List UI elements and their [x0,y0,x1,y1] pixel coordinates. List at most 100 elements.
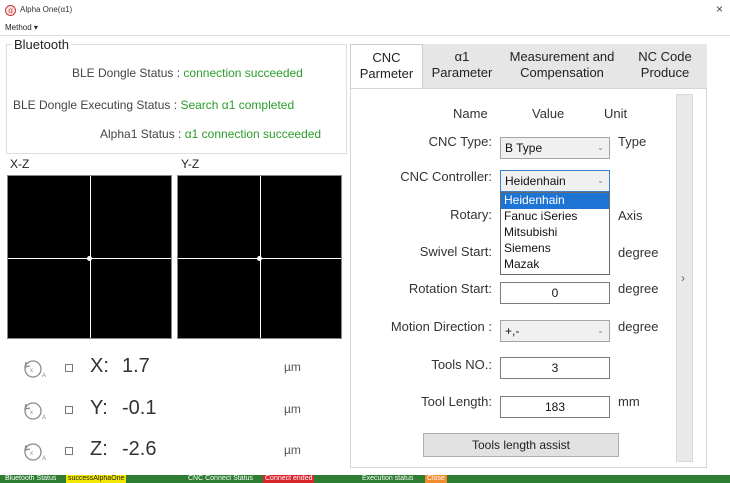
tab-cnc-line2: Parmeter [359,66,414,81]
bluetooth-title: Bluetooth [12,37,71,52]
svg-text:x: x [30,410,33,416]
axis-x-name: X: [90,355,109,377]
motion-direction-select[interactable]: +,- ⌄ [500,320,610,342]
axis-x-unit: µm [284,360,301,374]
svg-text:x: x [30,451,33,457]
cnc-type-value: B Type [505,141,543,155]
menu-divider [0,35,730,36]
window-title: Alpha One(α1) [20,5,73,14]
bluetooth-status-value: successAlphaOne [66,475,127,483]
chevron-down-icon: ⌄ [597,143,604,152]
execution-status-label: Execution status [362,475,414,482]
yz-plot [177,175,342,339]
controller-option[interactable]: Siemens [501,241,609,257]
ble-dongle-executing-label: BLE Dongle Executing Status : [13,98,178,112]
axis-z-value: -2.6 [122,438,157,460]
axis-z-checkbox[interactable] [65,447,73,455]
swivel-start-label: Swivel Start: [419,244,492,259]
rotation-start-label: Rotation Start: [408,281,492,296]
axis-row-z: x A Z: -2.6 µm [0,435,348,475]
alpha1-status-label: Alpha1 Status : [100,127,182,141]
axis-x-value: 1.7 [122,355,150,377]
tab-measurement-compensation[interactable]: Measurement and Compensation [501,44,623,88]
controller-option[interactable]: Mitsubishi [501,225,609,241]
axis-row-x: x A X: 1.7 µm [0,352,348,392]
cnc-type-label: CNC Type: [428,134,492,149]
tab-nc-code-produce[interactable]: NC Code Produce [623,44,707,88]
xz-plot [7,175,172,339]
rotary-label: Rotary: [450,207,492,222]
cnc-controller-dropdown: Heidenhain Fanuc iSeries Mitsubishi Siem… [500,192,610,275]
alpha1-status-value: α1 connection succeeded [184,127,322,141]
tools-length-assist-button[interactable]: Tools length assist [423,433,619,457]
tools-no-label: Tools NO.: [431,357,492,372]
rotation-start-unit: degree [618,281,659,296]
chevron-down-icon: ⌄ [597,326,604,335]
cnc-connect-status-label: CNC Connect Status [188,475,253,482]
tool-length-input[interactable]: 183 [500,396,610,418]
yz-plot-title: Y-Z [181,157,200,171]
close-button[interactable]: × [716,2,723,16]
tab-alpha1-line2: Parameter [431,65,493,80]
svg-text:A: A [42,415,46,421]
motion-direction-value: +,- [505,324,520,338]
tools-no-input[interactable]: 3 [500,357,610,379]
yz-position-dot [257,256,262,261]
ble-dongle-executing-value: Search α1 completed [180,98,295,112]
reset-axis-icon[interactable]: x A [22,441,48,463]
tab-nc-code-line1: NC Code [638,49,692,64]
execution-status-value: Close [425,475,447,483]
rotary-unit: Axis [618,208,643,223]
cnc-type-unit: Type [618,134,647,149]
axis-y-checkbox[interactable] [65,406,73,414]
chevron-right-icon: › [681,271,685,285]
svg-text:A: A [42,373,46,379]
reset-axis-icon[interactable]: x A [22,400,48,422]
motion-direction-unit: degree [618,319,659,334]
tab-alpha1-parameter[interactable]: α1 Parameter [423,44,501,88]
svg-text:A: A [42,456,46,462]
motion-direction-label: Motion Direction : [390,319,492,334]
controller-option[interactable]: Fanuc iSeries [501,209,609,225]
cnc-connect-status-value: Connect ended [263,475,315,483]
svg-text:x: x [30,368,33,374]
tool-length-unit: mm [618,394,640,409]
reset-axis-icon[interactable]: x A [22,358,48,380]
tab-alpha1-line1: α1 [454,49,470,64]
xz-plot-title: X-Z [10,157,30,171]
header-name: Name [453,106,488,121]
ble-dongle-executing-row: BLE Dongle Executing Status : Search α1 … [13,98,294,112]
axis-y-name: Y: [90,397,108,419]
app-icon: α [5,5,16,16]
tab-nc-code-line2: Produce [640,65,690,80]
tab-cnc-parameter[interactable]: CNC Parmeter [350,44,423,88]
ble-dongle-status-row: BLE Dongle Status : connection succeeded [72,66,303,80]
rotation-start-input[interactable]: 0 [500,282,610,304]
header-value: Value [532,106,565,121]
swivel-start-unit: degree [618,245,659,260]
ble-dongle-status-value: connection succeeded [183,66,303,80]
axis-z-name: Z: [90,438,108,460]
controller-option[interactable]: Mazak [501,257,609,273]
tab-cnc-line1: CNC [372,50,401,65]
controller-option[interactable]: Heidenhain [501,193,609,209]
menu-method[interactable]: Method ▾ [5,23,38,32]
axis-row-y: x A Y: -0.1 µm [0,394,348,434]
tab-measurement-line2: Compensation [520,65,604,80]
title-bar [0,0,730,22]
tool-length-label: Tool Length: [421,394,492,409]
cnc-controller-select[interactable]: Heidenhain ⌄ [500,170,610,192]
ble-dongle-status-label: BLE Dongle Status : [72,66,181,80]
header-unit: Unit [604,106,628,121]
chevron-down-icon: ⌄ [597,176,604,185]
axis-x-checkbox[interactable] [65,364,73,372]
menu-bar [0,22,730,35]
cnc-type-select[interactable]: B Type ⌄ [500,137,610,159]
cnc-controller-value: Heidenhain [505,174,566,188]
axis-y-value: -0.1 [122,397,157,419]
tab-measurement-line1: Measurement and [509,49,615,64]
cnc-controller-label: CNC Controller: [400,169,492,184]
axis-z-unit: µm [284,443,301,457]
axis-y-unit: µm [284,402,301,416]
status-bar: Bluetooth Status successAlphaOne CNC Con… [0,475,730,483]
